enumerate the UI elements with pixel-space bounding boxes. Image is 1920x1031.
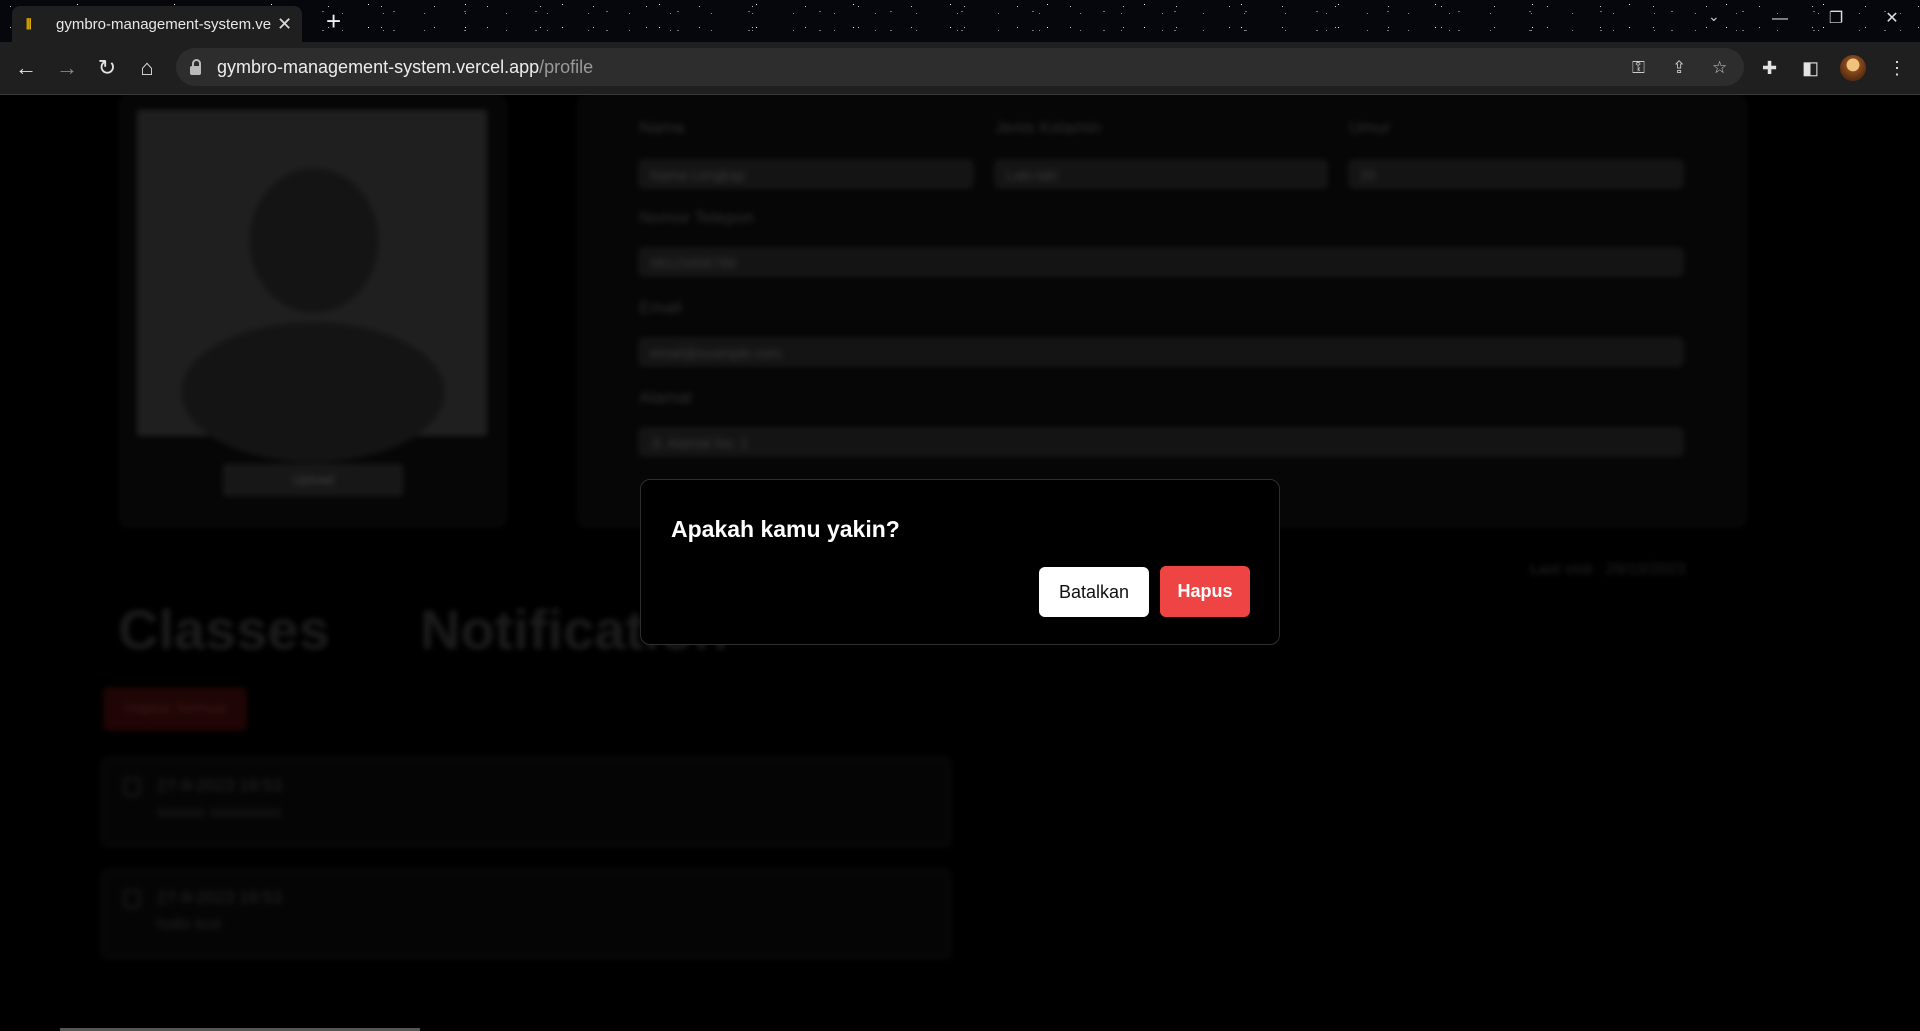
close-window-icon[interactable]: ✕: [1864, 0, 1920, 38]
email-field[interactable]: email@example.com: [639, 338, 1683, 366]
age-label: Umur: [1349, 118, 1391, 137]
phone-field[interactable]: 08123456789: [639, 248, 1683, 276]
minimize-icon[interactable]: —: [1752, 0, 1808, 38]
forward-icon[interactable]: →: [53, 54, 81, 82]
star-icon[interactable]: ☆: [1712, 58, 1727, 78]
url-text: gymbro-management-system.vercel.app/prof…: [217, 56, 594, 77]
trash-icon[interactable]: [124, 890, 140, 908]
profile-photo: [137, 110, 487, 462]
menu-icon[interactable]: ⋮: [1888, 58, 1906, 79]
gender-field[interactable]: Laki-laki: [995, 160, 1327, 188]
dialog-title: Apakah kamu yakin?: [671, 516, 900, 542]
address-bar[interactable]: gymbro-management-system.vercel.app/prof…: [176, 48, 1744, 86]
avatar[interactable]: [1840, 55, 1866, 81]
notification-date: 27-9-2023 18:53: [157, 776, 282, 795]
tab-search-icon[interactable]: ⌄: [1708, 8, 1720, 25]
address-field[interactable]: Jl. Alamat No. 1: [639, 428, 1683, 456]
last-visit-text: Last visit : 29/10/2023: [1530, 561, 1686, 578]
back-icon[interactable]: ←: [12, 54, 40, 82]
upload-button[interactable]: Upload: [223, 464, 403, 496]
email-label: Email: [639, 298, 682, 317]
home-icon[interactable]: ⌂: [133, 54, 161, 82]
dumbbell-favicon-icon: ⫼: [26, 17, 32, 31]
profile-photo-card: Upload: [120, 95, 506, 527]
delete-all-button[interactable]: Hapus Semua: [103, 687, 247, 731]
tab-classes[interactable]: Classes: [118, 597, 330, 662]
browser-toolbar: ← → ↻ ⌂ gymbro-management-system.vercel.…: [0, 42, 1920, 95]
reload-icon[interactable]: ↻: [93, 54, 121, 82]
window-controls: — ❐ ✕: [1752, 0, 1920, 38]
profile-form-card: Nama Jenis Kelamin Umur Nama Lengkap Lak…: [578, 95, 1746, 527]
avatar-body-shape: [181, 322, 445, 462]
notification-message: hallo test: [157, 916, 222, 933]
tab-close-icon[interactable]: ✕: [277, 14, 292, 35]
notification-message: ssssss sssssssss: [157, 804, 282, 821]
age-field[interactable]: 20: [1349, 160, 1683, 188]
list-item: 27-9-2023 18:53 ssssss sssssssss: [101, 757, 951, 847]
share-icon[interactable]: ⇪: [1672, 58, 1686, 78]
browser-titlebar: ⫼ gymbro-management-system.vercel.app ✕ …: [0, 0, 1920, 42]
restore-icon[interactable]: ❐: [1808, 0, 1864, 38]
avatar-head-shape: [249, 168, 379, 313]
tab-title: gymbro-management-system.vercel.app: [56, 15, 271, 33]
new-tab-icon[interactable]: +: [326, 6, 341, 37]
delete-button[interactable]: Hapus: [1160, 566, 1250, 617]
name-label: Nama: [639, 118, 685, 137]
confirm-dialog: Apakah kamu yakin? Batalkan Hapus: [640, 479, 1280, 645]
lock-icon[interactable]: [190, 58, 201, 75]
phone-label: Nomor Telepon: [639, 208, 754, 227]
address-label: Alamat: [639, 388, 692, 407]
trash-icon[interactable]: [124, 778, 140, 796]
extensions-icon[interactable]: ✚: [1762, 58, 1777, 79]
cancel-button[interactable]: Batalkan: [1039, 567, 1149, 617]
browser-tab[interactable]: ⫼ gymbro-management-system.vercel.app ✕: [12, 6, 302, 42]
gender-label: Jenis Kelamin: [995, 118, 1101, 137]
key-icon[interactable]: ⚿: [1632, 58, 1645, 78]
name-field[interactable]: Nama Lengkap: [639, 160, 973, 188]
side-panel-icon[interactable]: ◧: [1802, 58, 1819, 79]
notification-date: 27-9-2023 18:53: [157, 888, 282, 907]
list-item: 27-9-2023 18:53 hallo test: [101, 869, 951, 959]
